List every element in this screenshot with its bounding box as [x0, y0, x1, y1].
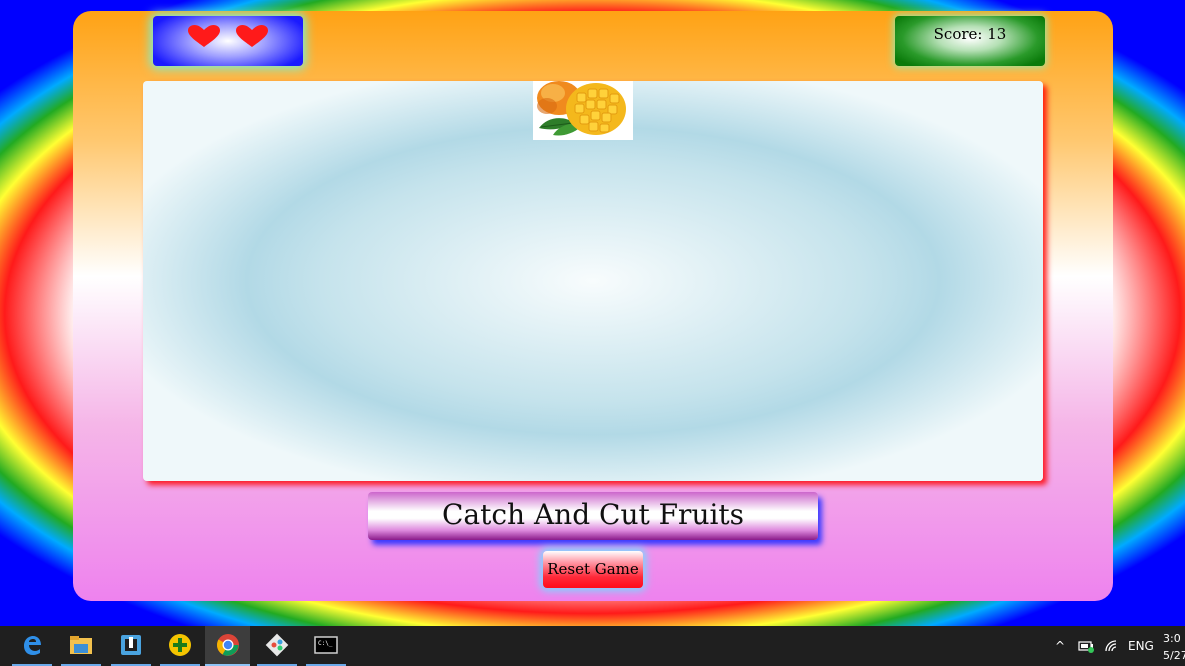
lives-panel: [153, 16, 303, 66]
svg-text:C:\_: C:\_: [318, 640, 333, 647]
rainbow-background: Score: 13 Catch And Cut Fruits Reset Gam…: [0, 0, 1185, 626]
tray-chevron[interactable]: ^: [1055, 626, 1065, 666]
plus-app-icon: [169, 634, 191, 656]
taskbar-git[interactable]: [257, 626, 297, 666]
fruit-mango[interactable]: [533, 81, 633, 140]
wifi-status[interactable]: [1104, 626, 1120, 666]
clock-date: 5/27: [1163, 649, 1185, 662]
game-title: Catch And Cut Fruits: [368, 492, 818, 540]
taskbar-edge[interactable]: [12, 626, 52, 666]
chevron-up-icon[interactable]: ^: [1055, 639, 1065, 653]
clock-time: 3:0: [1163, 632, 1181, 645]
wifi-icon[interactable]: [1104, 639, 1120, 653]
taskbar-file-explorer[interactable]: [61, 626, 101, 666]
game-container: Score: 13 Catch And Cut Fruits Reset Gam…: [73, 11, 1113, 601]
edge-icon: [24, 636, 41, 655]
battery-status[interactable]: [1078, 626, 1096, 666]
language-indicator[interactable]: ENG: [1128, 626, 1154, 666]
taskbar: C:\_ ^ ENG: [0, 626, 1185, 666]
terminal-icon: C:\_: [314, 636, 338, 654]
taskbar-plus-app[interactable]: [160, 626, 200, 666]
mango-icon[interactable]: [533, 81, 633, 140]
score-label: Score: 13: [933, 25, 1007, 43]
reset-game-button[interactable]: Reset Game: [543, 551, 643, 588]
battery-icon[interactable]: [1078, 639, 1096, 653]
taskbar-app[interactable]: [111, 626, 151, 666]
score-panel: Score: 13: [895, 16, 1045, 66]
app-icon: [121, 635, 141, 655]
heart-icon: [236, 25, 268, 47]
language-label[interactable]: ENG: [1128, 639, 1154, 653]
file-explorer-icon: [70, 636, 92, 654]
clock[interactable]: 3:0 5/27: [1163, 630, 1185, 664]
taskbar-chrome[interactable]: [205, 626, 250, 666]
taskbar-terminal[interactable]: C:\_: [306, 626, 346, 666]
heart-icon: [188, 25, 220, 47]
chrome-icon: [216, 634, 239, 656]
git-icon: [265, 633, 289, 657]
play-area[interactable]: [143, 81, 1043, 481]
